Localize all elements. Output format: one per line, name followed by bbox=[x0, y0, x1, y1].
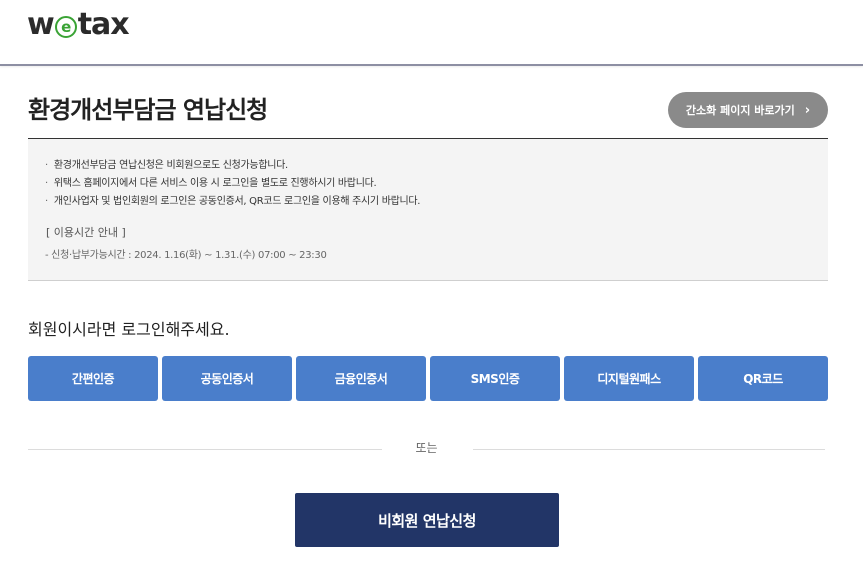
header: w e tax bbox=[0, 0, 863, 66]
notice-list: 환경개선부담금 연납신청은 비회원으로도 신청가능합니다. 위택스 홈페이지에서… bbox=[28, 139, 828, 211]
usage-time-text: - 신청·납부가능시간 : 2024. 1.16(화) ~ 1.31.(수) 0… bbox=[45, 250, 327, 261]
title-row: 환경개선부담금 연납신청 간소화 페이지 바로가기 › bbox=[28, 88, 828, 139]
auth-method-row: 간편인증 공동인증서 금융인증서 SMS인증 디지털원패스 QR코드 bbox=[28, 356, 828, 401]
digital-onepass-button[interactable]: 디지털원패스 bbox=[564, 356, 694, 401]
simple-page-link-label: 간소화 페이지 바로가기 bbox=[685, 104, 795, 117]
divider-line-right bbox=[473, 449, 825, 450]
logo-e-icon: e bbox=[54, 16, 77, 38]
notice-item: 위택스 홈페이지에서 다른 서비스 이용 시 로그인을 별도로 진행하시기 바랍… bbox=[45, 175, 828, 193]
wetax-logo[interactable]: w e tax bbox=[27, 7, 130, 42]
nonmember-apply-button[interactable]: 비회원 연납신청 bbox=[295, 493, 559, 547]
qr-code-button[interactable]: QR코드 bbox=[698, 356, 828, 401]
or-divider: 또는 bbox=[28, 437, 825, 457]
page-title: 환경개선부담금 연납신청 bbox=[28, 96, 268, 124]
simple-auth-button[interactable]: 간편인증 bbox=[28, 356, 158, 401]
simple-page-link-button[interactable]: 간소화 페이지 바로가기 › bbox=[668, 92, 828, 128]
chevron-right-icon: › bbox=[804, 102, 811, 118]
login-message: 회원이시라면 로그인해주세요. bbox=[28, 320, 230, 339]
joint-certificate-button[interactable]: 공동인증서 bbox=[162, 356, 292, 401]
notice-item: 환경개선부담금 연납신청은 비회원으로도 신청가능합니다. bbox=[45, 157, 828, 175]
notice-box: 환경개선부담금 연납신청은 비회원으로도 신청가능합니다. 위택스 홈페이지에서… bbox=[28, 139, 828, 281]
or-text: 또는 bbox=[415, 441, 438, 455]
usage-time-heading: [ 이용시간 안내 ] bbox=[46, 226, 126, 239]
logo-w: w bbox=[27, 7, 55, 42]
financial-certificate-button[interactable]: 금융인증서 bbox=[296, 356, 426, 401]
sms-auth-button[interactable]: SMS인증 bbox=[430, 356, 560, 401]
notice-item: 개인사업자 및 법인회원의 로그인은 공동인증서, QR코드 로그인을 이용해 … bbox=[45, 193, 828, 211]
logo-tax: tax bbox=[77, 7, 130, 42]
